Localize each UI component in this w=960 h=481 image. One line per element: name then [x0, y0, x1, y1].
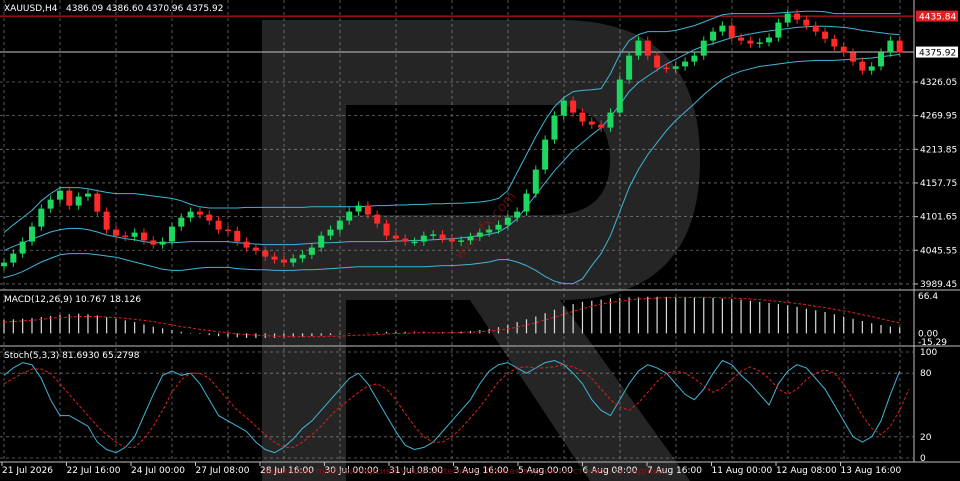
candle	[542, 135, 549, 174]
candle	[700, 36, 707, 60]
candle	[19, 237, 26, 258]
candle	[84, 189, 91, 201]
candle	[523, 189, 530, 216]
candle	[47, 195, 54, 213]
candle	[840, 42, 847, 57]
candle	[224, 225, 231, 235]
candle	[868, 62, 875, 75]
time-tick-label: 22 Jul 16:00	[67, 466, 121, 476]
stochastic-axis: 100 80 20 0	[920, 348, 937, 464]
stochastic-signal-line	[3, 364, 910, 448]
symbol-label: XAUUSD,H4	[4, 4, 58, 14]
candle	[756, 38, 763, 48]
candle	[887, 36, 894, 57]
price-tick-label: 4213.85	[920, 145, 957, 155]
time-tick-label: 11 Aug 00:00	[712, 466, 773, 476]
candle	[75, 192, 82, 210]
candle	[710, 27, 717, 45]
candle	[719, 21, 726, 36]
stochastic-panel: Stoch(5,3,3) 81.6930 65.2798 100 80 20 0	[3, 348, 937, 464]
candle	[159, 237, 166, 249]
candle	[103, 207, 110, 234]
candle	[747, 36, 754, 48]
candle	[766, 33, 773, 47]
price-tick-label: 4045.55	[920, 246, 957, 256]
macd-label: MACD(12,26,9) 10.767 18.126	[4, 295, 141, 305]
price-axis: 4326.05 4269.95 4213.85 4157.75 4101.65 4045.…	[914, 78, 957, 290]
time-tick-label: 12 Aug 08:00	[776, 466, 837, 476]
candle	[355, 201, 362, 216]
candle	[532, 165, 539, 198]
stochastic-label: Stoch(5,3,3) 81.6930 65.2798	[4, 351, 140, 361]
price-tick-label: 4269.95	[920, 112, 957, 122]
candle	[215, 216, 222, 234]
candle	[803, 15, 810, 30]
resistance-tag: 4435.84	[916, 10, 958, 23]
candle	[896, 36, 903, 57]
candle	[94, 189, 101, 216]
candle	[831, 34, 838, 51]
candle	[243, 237, 250, 252]
candle	[812, 21, 819, 36]
candle	[10, 249, 17, 267]
macd-tick-label: 66.4	[918, 292, 938, 302]
watermark-notice: Защищено пробной версией Visual Watermar…	[262, 467, 669, 477]
price-tick-label: 4157.75	[920, 179, 957, 189]
candle	[859, 57, 866, 75]
trading-terminal: www.fx.com XAUUSD,H4 4386.09 4386.60 437…	[0, 0, 960, 481]
candle	[775, 18, 782, 42]
candle	[178, 213, 185, 231]
watermark-logo	[262, 20, 700, 481]
candle	[626, 51, 633, 84]
macd-tick-label: -15.29	[918, 338, 947, 348]
candle	[38, 204, 45, 231]
candle	[850, 48, 857, 66]
candle	[252, 243, 259, 255]
candle	[691, 51, 698, 66]
candle	[206, 210, 213, 225]
candle	[822, 27, 829, 43]
stochastic-tick-label: 20	[920, 433, 932, 443]
stochastic-tick-label: 80	[920, 369, 932, 379]
time-tick-label: 21 Jul 2026	[2, 466, 53, 476]
price-tick-label: 4326.05	[920, 78, 957, 88]
candle	[28, 222, 35, 246]
current-price-label: 4375.92	[919, 49, 956, 59]
price-tick-label: 4101.65	[920, 213, 957, 223]
stochastic-tick-label: 100	[920, 348, 937, 358]
candle	[196, 207, 203, 219]
current-price-tag: 4375.92	[916, 46, 958, 59]
candle	[588, 117, 595, 129]
macd-axis: 66.40.00-15.29	[918, 292, 947, 348]
candle	[616, 75, 623, 117]
stochastic-tick-label: 0	[920, 454, 926, 464]
resistance-price-label: 4435.84	[919, 13, 956, 23]
ohlc-label: 4386.09 4386.60 4370.96 4375.92	[66, 4, 223, 14]
candle	[682, 57, 689, 71]
time-tick-label: 13 Aug 16:00	[841, 466, 902, 476]
candle	[551, 111, 558, 144]
candle	[122, 231, 129, 241]
candle	[150, 236, 157, 249]
candle	[187, 207, 194, 222]
candle	[1, 258, 7, 271]
time-tick-label: 27 Jul 08:00	[196, 466, 250, 476]
time-tick-label: 24 Jul 00:00	[131, 466, 185, 476]
candle	[66, 186, 73, 210]
price-tick-label: 3989.45	[920, 280, 957, 290]
